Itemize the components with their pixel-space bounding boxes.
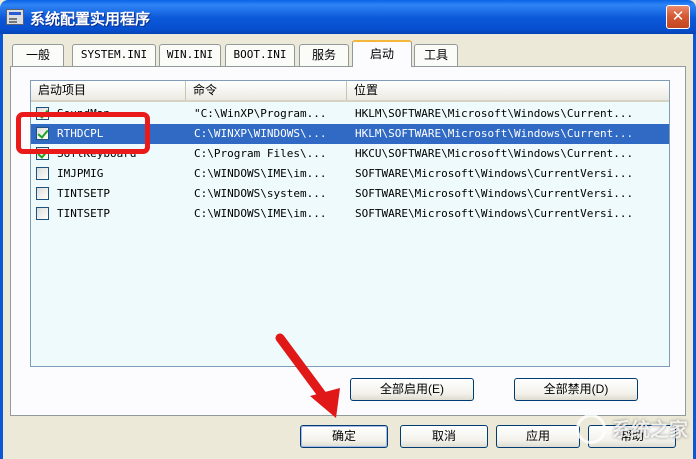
- highlight-box: [16, 112, 150, 154]
- tab-general[interactable]: 一般: [12, 44, 64, 66]
- ok-button[interactable]: 确定: [300, 425, 388, 448]
- row-item: TINTSETP: [57, 187, 110, 200]
- tab-system-ini[interactable]: SYSTEM.INI: [72, 44, 156, 66]
- tab-tools[interactable]: 工具: [414, 44, 458, 66]
- table-row[interactable]: IMJPMIG C:\WINDOWS\IME\im... SOFTWARE\Mi…: [31, 164, 669, 184]
- row-command: C:\WINDOWS\IME\im...: [194, 167, 327, 180]
- row-location: HKLM\SOFTWARE\Microsoft\Windows\Current.…: [355, 107, 634, 120]
- column-header-command[interactable]: 命令: [186, 81, 347, 100]
- row-location: SOFTWARE\Microsoft\Windows\CurrentVersi.…: [355, 187, 634, 200]
- tab-startup[interactable]: 启动: [352, 40, 412, 67]
- cancel-button[interactable]: 取消: [400, 425, 488, 448]
- column-header-item[interactable]: 启动项目: [31, 81, 186, 100]
- tab-boot-ini[interactable]: BOOT.INI: [225, 44, 295, 66]
- row-item: TINTSETP: [57, 207, 110, 220]
- row-item: IMJPMIG: [57, 167, 104, 180]
- window-border-left: [0, 34, 3, 459]
- row-location: SOFTWARE\Microsoft\Windows\CurrentVersi.…: [355, 207, 634, 220]
- table-row[interactable]: TINTSETP C:\WINDOWS\IME\im... SOFTWARE\M…: [31, 204, 669, 224]
- close-button[interactable]: ✕: [666, 5, 690, 29]
- watermark: 系统之家: [568, 408, 692, 456]
- enable-all-button[interactable]: 全部启用(E): [350, 378, 474, 401]
- row-location: SOFTWARE\Microsoft\Windows\CurrentVersi.…: [355, 167, 634, 180]
- tab-services[interactable]: 服务: [299, 44, 349, 66]
- row-command: C:\WINDOWS\IME\im...: [194, 207, 327, 220]
- row-checkbox[interactable]: [36, 187, 49, 200]
- row-command: "C:\WinXP\Program...: [194, 107, 327, 120]
- row-location: HKLM\SOFTWARE\Microsoft\Windows\Current.…: [355, 127, 634, 140]
- disable-all-button[interactable]: 全部禁用(D): [514, 378, 638, 401]
- row-location: HKCU\SOFTWARE\Microsoft\Windows\Current.…: [355, 147, 634, 160]
- row-command: C:\WINDOWS\system...: [194, 187, 327, 200]
- row-command: C:\WINXP\WINDOWS\...: [194, 127, 327, 140]
- watermark-text: 系统之家: [611, 419, 688, 441]
- row-checkbox[interactable]: [36, 207, 49, 220]
- row-checkbox[interactable]: [36, 167, 49, 180]
- window-title: 系统配置实用程序: [30, 10, 151, 28]
- column-header-location[interactable]: 位置: [347, 81, 669, 100]
- list-header: 启动项目 命令 位置: [31, 81, 669, 102]
- red-arrow-icon: [275, 333, 340, 418]
- msconfig-app-icon: [6, 9, 24, 25]
- table-row[interactable]: TINTSETP C:\WINDOWS\system... SOFTWARE\M…: [31, 184, 669, 204]
- watermark-logo-icon: [576, 414, 606, 444]
- title-bar: 系统配置实用程序 ✕: [0, 0, 696, 34]
- row-command: C:\Program Files\...: [194, 147, 327, 160]
- tab-win-ini[interactable]: WIN.INI: [159, 44, 221, 66]
